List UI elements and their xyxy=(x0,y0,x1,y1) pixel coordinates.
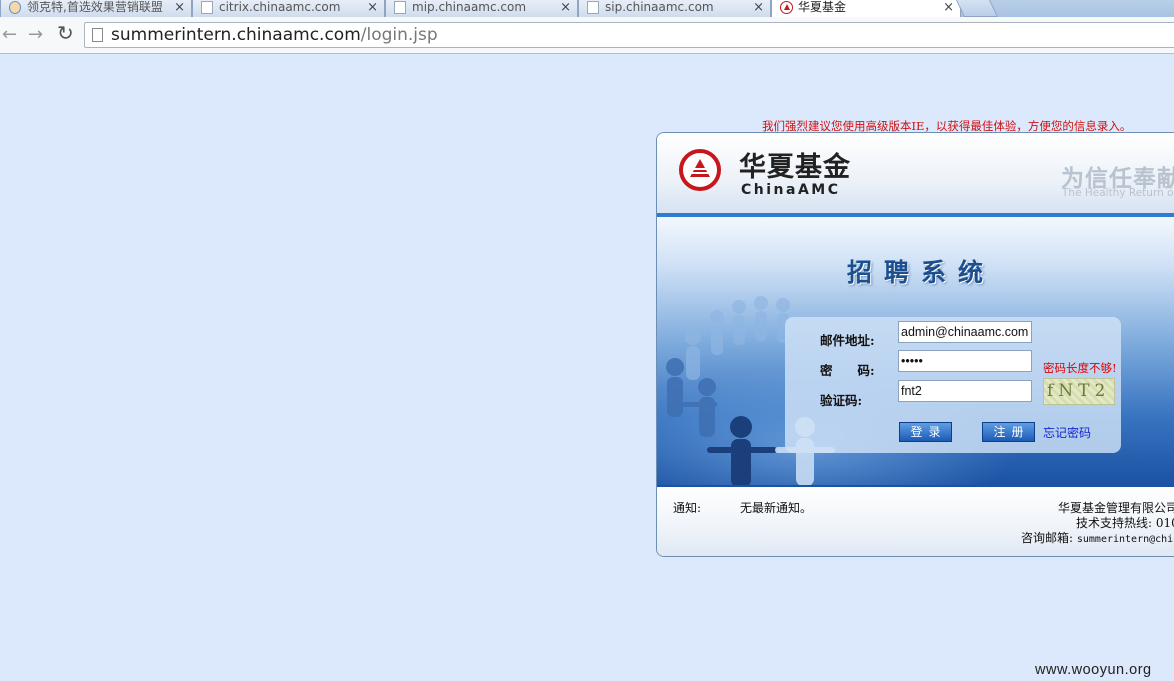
email-field[interactable]: admin@chinaamc.com xyxy=(898,321,1032,343)
captcha-field[interactable]: fnt2 xyxy=(898,380,1032,402)
password-field[interactable]: ••••• xyxy=(898,350,1032,372)
panel-body: 招聘系统 邮件地址: admin@chinaamc.com 密 码: •••••… xyxy=(657,217,1174,485)
tab-citrix[interactable]: citrix.chinaamc.com × xyxy=(192,0,385,17)
consult-email: 咨询邮箱: summerintern@chi xyxy=(1021,529,1173,546)
tab-title: sip.chinaamc.com xyxy=(605,0,714,14)
close-tab-icon[interactable]: × xyxy=(943,0,954,15)
page-title: 招聘系统 xyxy=(847,258,996,287)
chinaamc-logo-icon xyxy=(679,149,721,191)
url-host: summerintern.chinaamc.com xyxy=(111,25,361,45)
chinaamc-favicon-icon xyxy=(780,1,793,14)
page-favicon-icon xyxy=(201,1,213,14)
panel-header: 华夏基金 ChinaAMC 为信任奉献 The Healthy Return o… xyxy=(657,133,1174,213)
brand-name-en: ChinaAMC xyxy=(741,182,841,198)
tab-mip[interactable]: mip.chinaamc.com × xyxy=(385,0,578,17)
panel-footer: 通知: 无最新通知。 华夏基金管理有限公司 技术支持热线: 010 咨询邮箱: … xyxy=(657,487,1174,556)
brand-name-cn: 华夏基金 xyxy=(739,152,851,183)
user-favicon-icon xyxy=(9,1,21,14)
tab-title: mip.chinaamc.com xyxy=(412,0,527,14)
back-arrow-icon[interactable]: ← xyxy=(2,25,17,45)
url-path: /login.jsp xyxy=(360,25,438,45)
tab-sip[interactable]: sip.chinaamc.com × xyxy=(578,0,771,17)
login-form: 邮件地址: admin@chinaamc.com 密 码: ••••• 密码长度… xyxy=(785,317,1121,453)
close-tab-icon[interactable]: × xyxy=(367,0,378,15)
url-text[interactable]: summerintern.chinaamc.com/login.jsp xyxy=(111,25,438,45)
tab-title: citrix.chinaamc.com xyxy=(219,0,341,14)
login-panel: 华夏基金 ChinaAMC 为信任奉献 The Healthy Return o… xyxy=(656,132,1174,557)
tab-title: 领克特,首选效果营销联盟 xyxy=(27,0,163,14)
reload-icon[interactable]: ↻ xyxy=(57,23,74,43)
consult-label: 咨询邮箱: xyxy=(1021,531,1074,545)
notice-label: 通知: xyxy=(673,501,702,515)
consult-email-value[interactable]: summerintern@chi xyxy=(1077,534,1173,545)
tab-linktech[interactable]: 领克特,首选效果营销联盟 × xyxy=(0,0,192,17)
forgot-password-link[interactable]: 忘记密码 xyxy=(1043,424,1091,441)
new-tab-button[interactable] xyxy=(956,0,998,17)
page-favicon-icon xyxy=(587,1,599,14)
close-tab-icon[interactable]: × xyxy=(753,0,764,15)
tab-strip: 领克特,首选效果营销联盟 × citrix.chinaamc.com × mip… xyxy=(0,0,1174,17)
page-icon xyxy=(92,28,103,42)
slogan-en: The Healthy Return on xyxy=(1062,187,1174,199)
password-label: 密 码: xyxy=(820,363,875,378)
email-label: 邮件地址: xyxy=(820,333,875,348)
login-button[interactable]: 登录 xyxy=(899,422,952,442)
tab-chinaamc[interactable]: 华夏基金 × xyxy=(771,0,961,17)
watermark: www.wooyun.org xyxy=(1035,662,1152,678)
page-favicon-icon xyxy=(394,1,406,14)
captcha-label: 验证码: xyxy=(820,393,863,408)
close-tab-icon[interactable]: × xyxy=(560,0,571,15)
password-error: 密码长度不够! xyxy=(1043,361,1117,375)
register-button[interactable]: 注册 xyxy=(982,422,1035,442)
forward-arrow-icon[interactable]: → xyxy=(28,25,43,45)
address-bar[interactable]: summerintern.chinaamc.com/login.jsp xyxy=(84,22,1174,48)
toolbar: ← → ↻ summerintern.chinaamc.com/login.js… xyxy=(0,17,1174,54)
tab-title: 华夏基金 xyxy=(798,0,847,14)
captcha-image[interactable]: fNT2 xyxy=(1043,378,1115,405)
close-tab-icon[interactable]: × xyxy=(174,0,185,15)
notice-text: 无最新通知。 xyxy=(740,501,813,515)
